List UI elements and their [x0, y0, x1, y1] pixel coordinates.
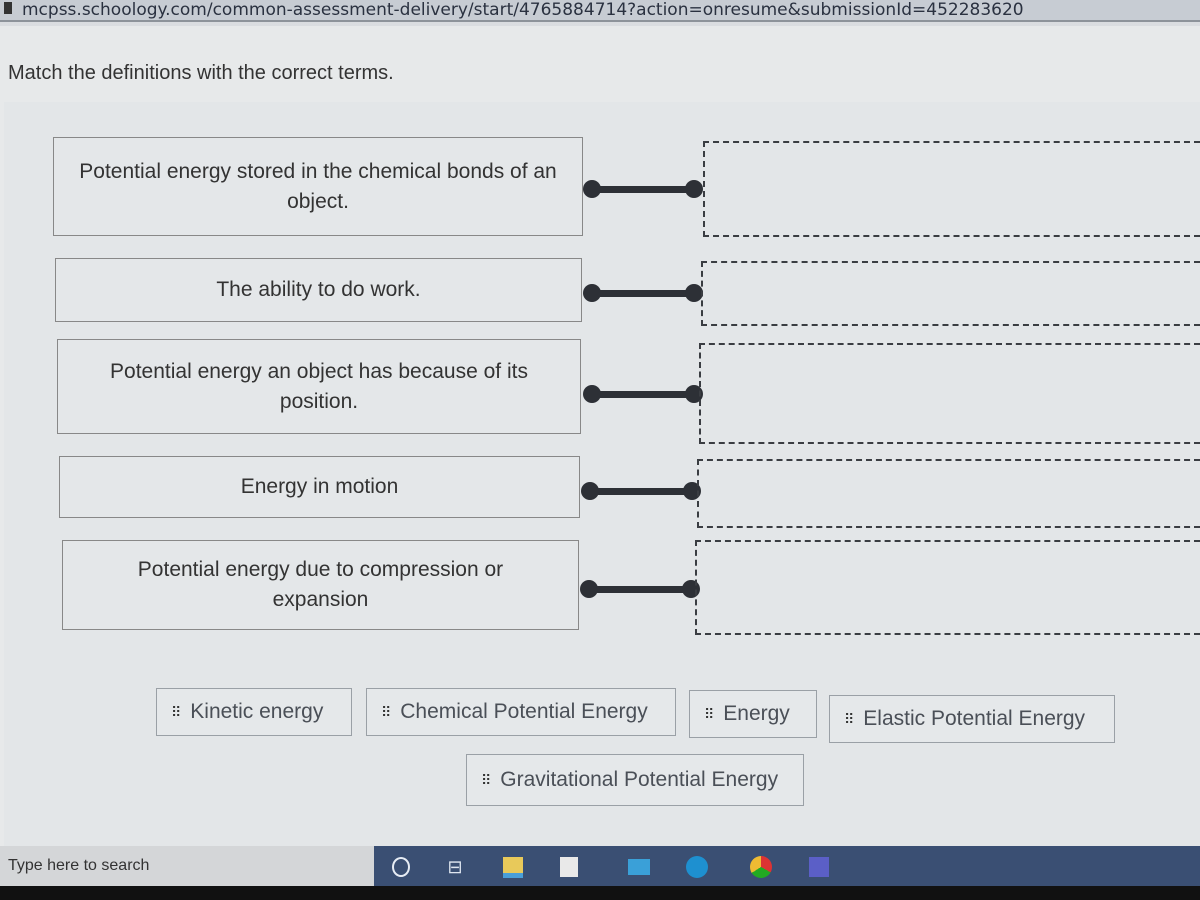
definition-text: Energy in motion	[240, 475, 399, 498]
term-chemical-potential-energy[interactable]: ⠿ Chemical Potential Energy	[366, 688, 676, 736]
url-text: mcpss.schoology.com/common-assessment-de…	[22, 0, 1024, 20]
term-label: Energy	[723, 702, 790, 725]
file-explorer-icon[interactable]	[500, 854, 526, 880]
search-placeholder: Type here to search	[8, 857, 150, 874]
definition-3: Potential energy an object has because o…	[57, 339, 581, 434]
question-prompt: Match the definitions with the correct t…	[8, 62, 394, 84]
drop-zone-2[interactable]	[701, 261, 1200, 326]
definition-5: Potential energy due to compression or e…	[62, 540, 579, 630]
term-energy[interactable]: ⠿ Energy	[689, 690, 817, 738]
drag-handle-icon: ⠿	[171, 703, 181, 720]
drop-zone-1[interactable]	[703, 141, 1200, 237]
drag-handle-icon: ⠿	[704, 705, 714, 722]
drop-zone-5[interactable]	[695, 540, 1200, 635]
term-label: Elastic Potential Energy	[863, 707, 1086, 730]
definition-text: Potential energy due to compression or e…	[137, 558, 504, 611]
definition-4: Energy in motion	[59, 456, 580, 518]
store-icon[interactable]	[556, 854, 582, 880]
connector-1[interactable]	[583, 174, 703, 204]
edge-icon[interactable]	[684, 854, 710, 880]
mail-icon[interactable]	[626, 854, 652, 880]
definition-text: Potential energy an object has because o…	[110, 359, 528, 413]
definition-1: Potential energy stored in the chemical …	[53, 137, 583, 236]
connector-3[interactable]	[583, 379, 703, 409]
lock-icon	[4, 2, 12, 14]
term-elastic-potential-energy[interactable]: ⠿ Elastic Potential Energy	[829, 695, 1115, 743]
connector-5[interactable]	[580, 574, 700, 604]
drop-zone-3[interactable]	[699, 343, 1200, 444]
task-view-icon[interactable]: ⊟	[442, 854, 468, 880]
taskbar-search-input[interactable]: Type here to search	[0, 846, 374, 886]
term-label: Kinetic energy	[190, 700, 324, 723]
connector-2[interactable]	[583, 278, 703, 308]
definition-text: The ability to do work.	[216, 278, 421, 301]
drag-handle-icon: ⠿	[481, 771, 491, 788]
drop-zone-4[interactable]	[697, 459, 1200, 528]
term-gravitational-potential-energy[interactable]: ⠿ Gravitational Potential Energy	[466, 754, 804, 806]
cortana-icon[interactable]	[388, 854, 414, 880]
connector-4[interactable]	[581, 476, 701, 506]
definition-text: Potential energy stored in the chemical …	[79, 159, 557, 213]
term-label: Gravitational Potential Energy	[500, 768, 779, 791]
teams-icon[interactable]	[806, 854, 832, 880]
drag-handle-icon: ⠿	[381, 703, 391, 720]
drag-handle-icon: ⠿	[844, 710, 854, 727]
chrome-icon[interactable]	[748, 854, 774, 880]
term-kinetic-energy[interactable]: ⠿ Kinetic energy	[156, 688, 352, 736]
address-bar[interactable]: mcpss.schoology.com/common-assessment-de…	[0, 0, 1200, 22]
definition-2: The ability to do work.	[55, 258, 582, 322]
screen-bezel	[0, 886, 1200, 900]
term-label: Chemical Potential Energy	[400, 700, 648, 723]
